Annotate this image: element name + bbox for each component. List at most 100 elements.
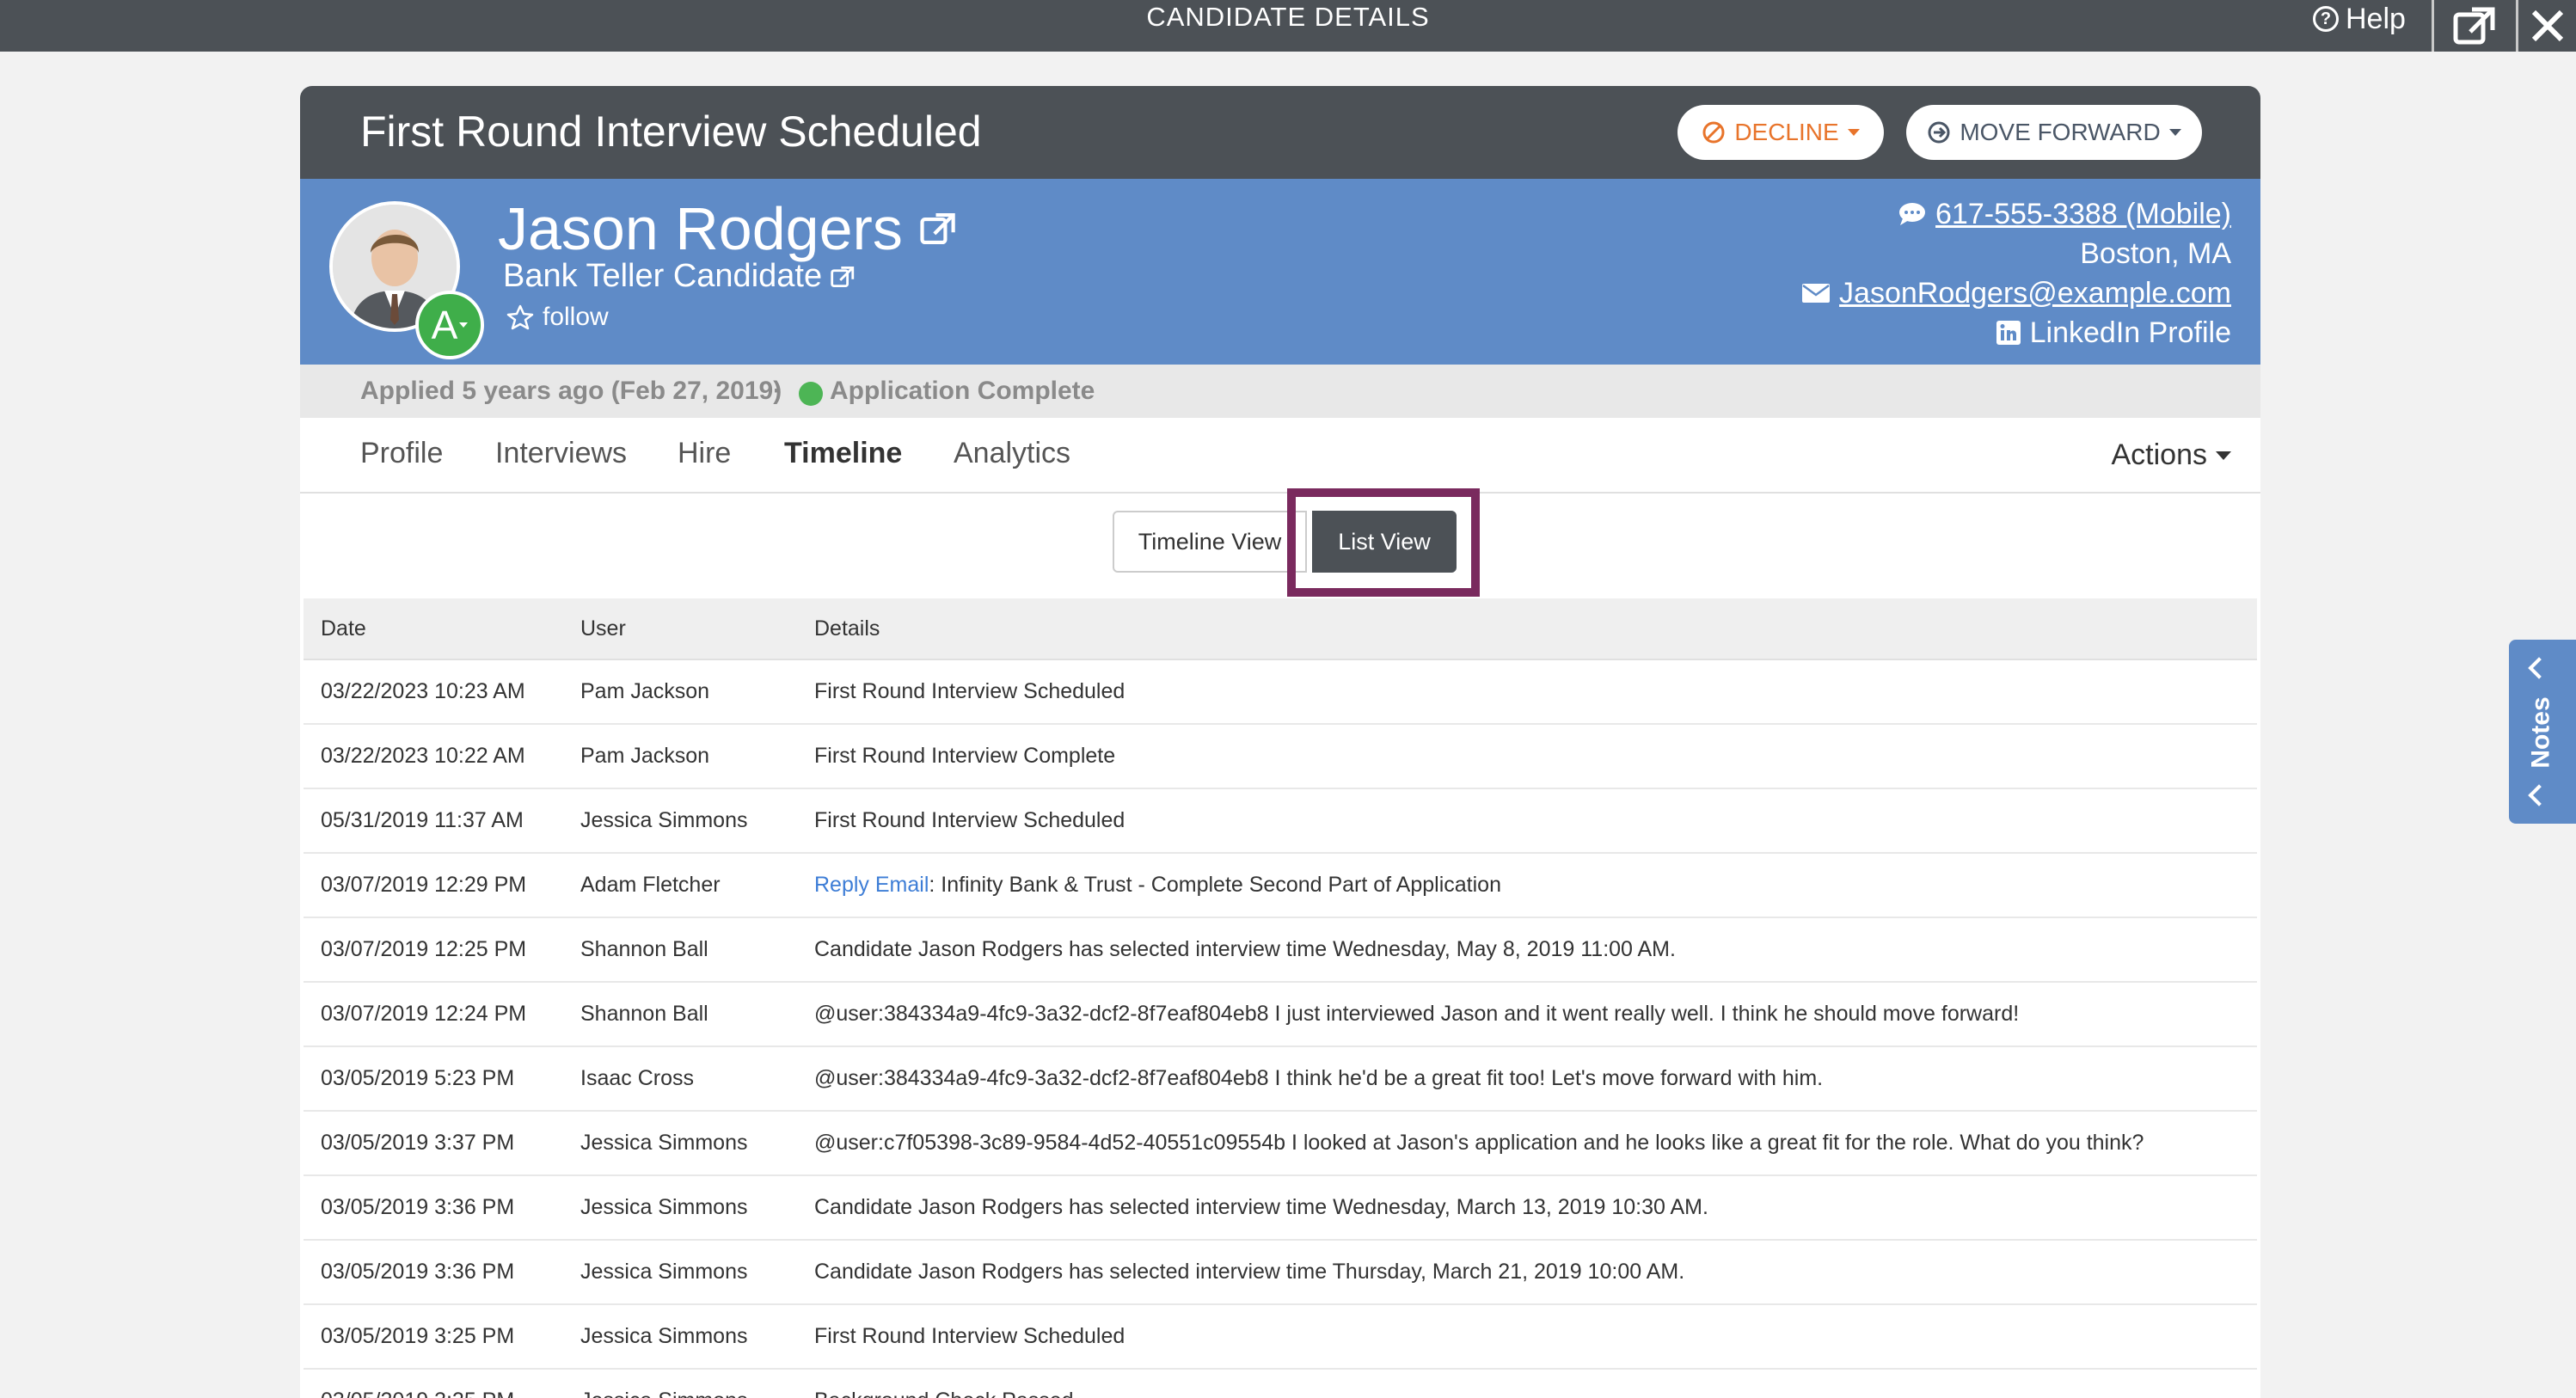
close-icon [2531,9,2564,42]
details-text: : Infinity Bank & Trust - Complete Secon… [929,873,1501,897]
contact-info: 617-555-3388 (Mobile) Boston, MA JasonRo… [1801,194,2231,353]
reply-email-link[interactable]: Reply Email [814,873,929,897]
chevron-left-icon [2528,784,2550,806]
timeline-table: Date User Details 03/22/2023 10:23 AM Pam… [304,598,2257,1398]
details-text: First Round Interview Scheduled [814,1324,1125,1348]
cell-user: Jessica Simmons [580,1389,814,1398]
help-label: Help [2346,2,2406,35]
cell-date: 03/05/2019 5:23 PM [321,1066,515,1090]
tab-analytics[interactable]: Analytics [954,437,1070,470]
candidate-role-text: Bank Teller Candidate [503,258,823,294]
table-row: 03/22/2023 10:22 AM Pam Jackson First Roun… [304,725,2257,789]
phone-link[interactable]: 617-555-3388 (Mobile) [1935,194,2231,234]
cell-date: 03/22/2023 10:23 AM [321,679,525,703]
tab-profile[interactable]: Profile [360,437,443,470]
move-forward-button[interactable]: MOVE FORWARD [1906,105,2202,160]
cell-user: Jessica Simmons [580,1195,748,1219]
cell-date: 05/31/2019 11:37 AM [321,808,524,832]
cell-details: First Round Interview Scheduled [814,808,2257,833]
cell-user: Shannon Ball [580,937,708,961]
arrow-circle-right-icon [1928,121,1950,144]
linkedin-link[interactable]: LinkedIn Profile [2030,313,2231,353]
email-link[interactable]: JasonRodgers@example.com [1839,273,2231,313]
tab-interviews[interactable]: Interviews [495,437,627,470]
application-status-bar: Applied 5 years ago (Feb 27, 2019) · App… [300,365,2260,418]
table-row: 03/07/2019 12:29 PM Adam Fletcher Reply Em… [304,854,2257,918]
move-forward-label: MOVE FORWARD [1960,119,2161,145]
details-text: Background Check Passed [814,1389,1074,1398]
cell-details: @user:384334a9-4fc9-3a32-dcf2-8f7eaf804e… [814,1066,2257,1091]
cell-date: 03/07/2019 12:24 PM [321,1002,527,1026]
cell-user: Isaac Cross [580,1066,694,1090]
table-row: 03/07/2019 12:25 PM Shannon Ball Candidate… [304,918,2257,983]
open-external-button[interactable] [2435,0,2514,52]
decline-button[interactable]: DECLINE [1677,105,1884,160]
table-row: 03/07/2019 12:24 PM Shannon Ball @user:384… [304,983,2257,1047]
details-text: Candidate Jason Rodgers has selected int… [814,1260,1685,1284]
cell-details: @user:c7f05398-3c89-9584-4d52-40551c0955… [814,1131,2257,1156]
grade-badge[interactable]: A [415,291,484,359]
cell-date: 03/05/2019 3:37 PM [321,1131,515,1155]
candidate-profile-banner: A Jason Rodgers Bank Teller Candidate fo [300,179,2260,365]
table-row: 03/05/2019 3:37 PM Jessica Simmons @user:c… [304,1112,2257,1176]
candidate-name[interactable]: Jason Rodgers [498,194,956,263]
column-header-date[interactable]: Date [304,616,580,641]
divider [2432,0,2434,52]
help-button[interactable]: ? Help [2313,0,2406,38]
details-text: @user:384334a9-4fc9-3a32-dcf2-8f7eaf804e… [814,1066,1824,1090]
candidate-card: First Round Interview Scheduled DECLINE … [300,86,2260,1398]
cell-date: 03/05/2019 3:25 PM [321,1324,515,1348]
caret-down-icon [459,322,469,328]
table-row: 03/22/2023 10:23 AM Pam Jackson First Roun… [304,660,2257,725]
column-header-user[interactable]: User [580,616,814,641]
tab-bar: Profile Interviews Hire Timeline Analyti… [300,418,2260,494]
linkedin-row[interactable]: LinkedIn Profile [1801,313,2231,353]
external-link-icon [831,266,855,287]
cell-details: @user:384334a9-4fc9-3a32-dcf2-8f7eaf804e… [814,1002,2257,1027]
applied-date: Applied 5 years ago (Feb 27, 2019) [360,377,782,405]
window-title: CANDIDATE DETAILS [1146,2,1430,32]
candidate-name-text: Jason Rodgers [498,195,903,262]
tab-hire[interactable]: Hire [678,437,731,470]
view-toggle: Timeline View List View [1113,511,1457,573]
notes-label: Notes [2527,696,2556,769]
details-text: First Round Interview Scheduled [814,808,1125,832]
table-row: 03/05/2019 5:23 PM Isaac Cross @user:38433… [304,1047,2257,1112]
help-circle-icon: ? [2313,6,2339,32]
external-link-icon [920,212,955,245]
list-view-button[interactable]: List View [1312,511,1457,573]
cell-user: Jessica Simmons [580,1260,748,1284]
follow-button[interactable]: follow [506,303,609,332]
details-text: First Round Interview Complete [814,744,1116,768]
table-row: 03/05/2019 3:25 PM Jessica Simmons First R… [304,1305,2257,1370]
phone-row[interactable]: 617-555-3388 (Mobile) [1801,194,2231,234]
cell-user: Jessica Simmons [580,1324,748,1348]
cell-user: Pam Jackson [580,679,710,703]
details-text: Candidate Jason Rodgers has selected int… [814,1195,1708,1219]
table-row: 05/31/2019 11:37 AM Jessica Simmons First … [304,789,2257,854]
timeline-view-button[interactable]: Timeline View [1113,511,1307,573]
table-body: 03/22/2023 10:23 AM Pam Jackson First Roun… [304,660,2257,1398]
envelope-icon [1802,284,1831,303]
cell-date: 03/05/2019 3:36 PM [321,1195,515,1219]
candidate-job-link[interactable]: Bank Teller Candidate [503,258,855,295]
cell-details: Candidate Jason Rodgers has selected int… [814,937,2257,962]
column-header-details[interactable]: Details [814,616,2257,641]
cell-details: Reply Email: Infinity Bank & Trust - Com… [814,873,2257,898]
chat-icon [1899,203,1926,225]
close-button[interactable] [2519,0,2576,52]
table-header: Date User Details [304,598,2257,660]
grade-value: A [431,303,458,347]
cell-details: Candidate Jason Rodgers has selected int… [814,1195,2257,1220]
email-row[interactable]: JasonRodgers@example.com [1801,273,2231,313]
tab-timeline[interactable]: Timeline [784,437,902,470]
cell-date: 03/07/2019 12:25 PM [321,937,527,961]
notes-panel-tab[interactable]: Notes [2509,640,2576,824]
details-text: @user:c7f05398-3c89-9584-4d52-40551c0955… [814,1131,2144,1155]
details-text: @user:384334a9-4fc9-3a32-dcf2-8f7eaf804e… [814,1002,2020,1026]
separator: · [773,377,782,405]
cell-date: 03/05/2019 3:25 PM [304,1389,580,1398]
cell-date: 03/07/2019 12:29 PM [321,873,527,897]
actions-dropdown[interactable]: Actions [2112,438,2231,472]
cell-user: Jessica Simmons [580,1131,748,1155]
